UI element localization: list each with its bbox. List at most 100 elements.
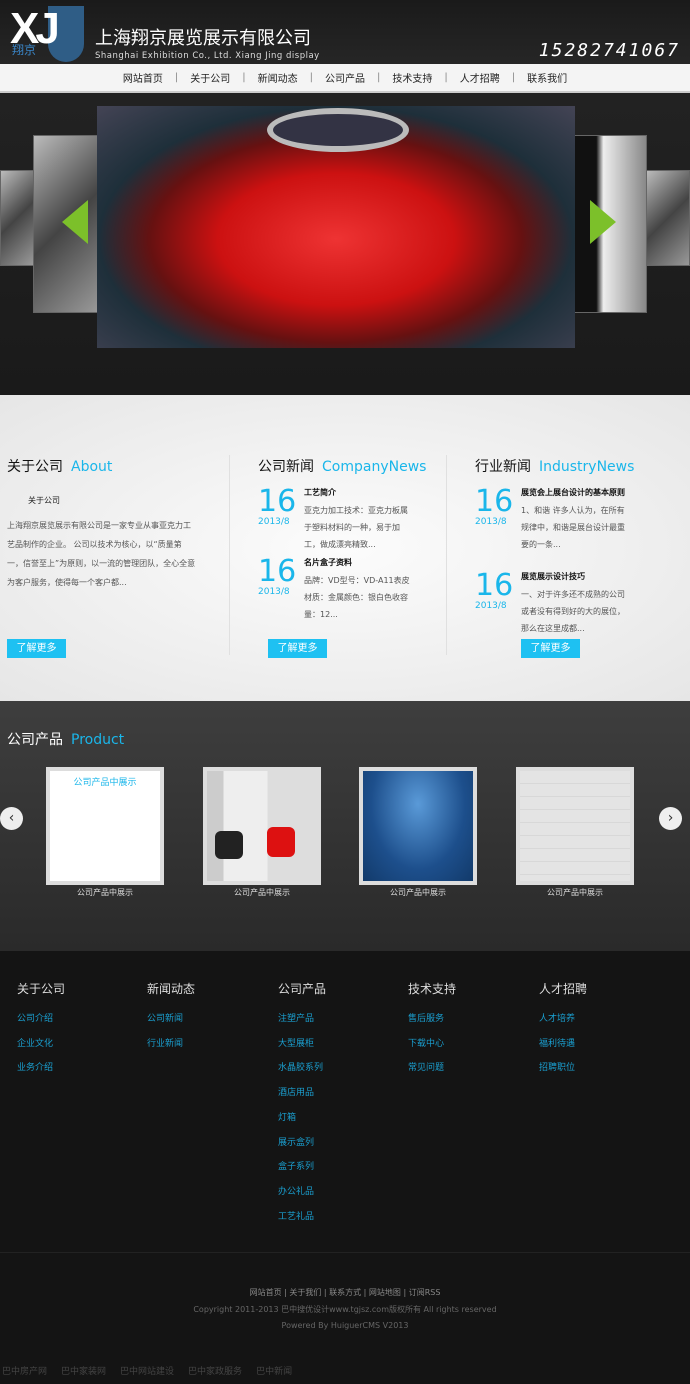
footer-link[interactable]: 人才培养 [539,1007,659,1032]
news-title[interactable]: 展览会上展台设计的基本原则 [521,484,629,502]
footer-link[interactable]: 盒子系列 [278,1155,398,1180]
nav-news[interactable]: 新闻动态 [246,70,310,85]
product-label[interactable]: 公司产品中展示 [359,887,477,898]
slide-image-far-right[interactable] [646,170,690,266]
product-label[interactable]: 公司产品中展示 [203,887,321,898]
footer-link[interactable]: 水晶胶系列 [278,1056,398,1081]
product-card[interactable]: 公司产品中展示 [46,767,164,885]
news-item[interactable]: 16 2013/8 [475,484,514,528]
friend-link[interactable]: 巴中网站建设 [120,1364,174,1377]
nav-about[interactable]: 关于公司 [178,70,242,85]
news-summary: 一、对于许多还不成熟的公司或者没有得到好的大的展位，那么在这里成都... [521,590,625,633]
footer-column-support: 技术支持 售后服务 下载中心 常见问题 [408,980,528,1081]
friend-link[interactable]: 巴中家装网 [61,1364,106,1377]
footer-link[interactable]: 业务介绍 [17,1056,137,1081]
powered-by: Powered By HuiguerCMS V2013 [281,1321,409,1330]
footer-link[interactable]: 招聘职位 [539,1056,659,1081]
news-title[interactable]: 名片盒子资料 [304,554,412,572]
product-prev-button[interactable]: ‹ [0,807,23,830]
slide-image-far-left[interactable] [0,170,34,266]
company-name: 上海翔京展览展示有限公司 [95,28,311,49]
nav-support[interactable]: 技术支持 [380,70,444,85]
about-more-button[interactable]: 了解更多 [7,639,66,658]
news-title[interactable]: 展览展示设计技巧 [521,568,629,586]
footer-link[interactable]: 注塑产品 [278,1007,398,1032]
news-day: 16 [475,484,514,519]
column-divider [229,455,230,655]
product-card[interactable] [203,767,321,885]
footer-heading: 公司产品 [278,982,327,996]
about-subtitle: 关于公司 [28,496,60,505]
news-item[interactable]: 16 2013/8 [258,554,297,598]
friend-link[interactable]: 巴中新闻 [256,1364,292,1377]
footer-link[interactable]: 酒店用品 [278,1081,398,1106]
footer-link[interactable]: 展示盒列 [278,1131,398,1156]
main-nav: 网站首页 | 关于公司 | 新闻动态 | 公司产品 | 技术支持 | 人才招聘 | 联系我们 [0,64,690,93]
product-label[interactable]: 公司产品中展示 [46,887,164,898]
footer-column-about: 关于公司 公司介绍 企业文化 业务介绍 [17,980,137,1081]
friend-link[interactable]: 巴中家政服务 [188,1364,242,1377]
friend-links: 巴中房产网 巴中家装网 巴中网站建设 巴中家政服务 巴中新闻 [2,1364,292,1377]
product-card[interactable] [359,767,477,885]
footer-link[interactable]: 办公礼品 [278,1180,398,1205]
footer-link[interactable]: 大型展柜 [278,1032,398,1057]
industry-news-more-button[interactable]: 了解更多 [521,639,580,658]
product-heading: 公司产品 Product [7,732,125,748]
news-summary: 亚克力加工技术：亚克力板属于塑料材料的一种，易于加工，做成漂亮精致... [304,506,408,549]
footer-link[interactable]: 工艺礼品 [278,1205,398,1230]
company-news-heading-en: CompanyNews [322,459,427,475]
industry-news-heading-en: IndustryNews [539,459,635,475]
footer-link[interactable]: 公司新闻 [147,1007,267,1032]
footer-link[interactable]: 福利待遇 [539,1032,659,1057]
nav-home[interactable]: 网站首页 [111,70,175,85]
copyright: Copyright 2011-2013 巴中搜优设计www.tgjsz.com版… [193,1305,497,1314]
news-item[interactable]: 16 2013/8 [258,484,297,528]
company-name-en: Shanghai Exhibition Co., Ltd. Xiang Jing… [95,51,320,61]
footer-link[interactable]: 下载中心 [408,1032,528,1057]
footer-link[interactable]: 企业文化 [17,1032,137,1057]
about-text: 上海翔京展览展示有限公司是一家专业从事亚克力工艺品制作的企业。 公司以技术为核心… [7,521,196,587]
footer-link[interactable]: 常见问题 [408,1056,528,1081]
header: XJ 翔京 上海翔京展览展示有限公司 Shanghai Exhibition C… [0,0,690,64]
product-image-showcase [520,771,630,881]
column-divider [446,455,447,655]
nav-jobs[interactable]: 人才招聘 [448,70,512,85]
footer-link[interactable]: 灯箱 [278,1106,398,1131]
slider-next-arrow-icon[interactable] [590,200,616,244]
product-card[interactable] [516,767,634,885]
nav-products[interactable]: 公司产品 [313,70,377,85]
news-item[interactable]: 16 2013/8 [475,568,514,612]
product-image-frames [363,771,473,881]
footer-bottom-links[interactable]: 网站首页 | 关于我们 | 联系方式 | 网站地图 | 订阅RSS [0,1287,690,1298]
friend-link[interactable]: 巴中房产网 [2,1364,47,1377]
news-day: 16 [475,568,514,603]
about-heading-en: About [71,459,113,475]
image-slider [0,93,690,395]
news-title[interactable]: 工艺简介 [304,484,412,502]
nav-contact[interactable]: 联系我们 [515,70,579,85]
product-label[interactable]: 公司产品中展示 [516,887,634,898]
product-next-button[interactable]: › [659,807,682,830]
about-heading: 关于公司 About [7,459,113,475]
news-summary: 1、和谐 许多人认为，在所有规律中，和谐是展台设计最重要的一条... [521,506,625,549]
phone-number: 15282741067 [538,40,680,61]
company-news-more-button[interactable]: 了解更多 [268,639,327,658]
company-news-heading: 公司新闻 CompanyNews [258,459,427,475]
slider-prev-arrow-icon[interactable] [62,200,88,244]
footer-link[interactable]: 行业新闻 [147,1032,267,1057]
footer-column-products: 公司产品 注塑产品 大型展柜 水晶胶系列 酒店用品 灯箱 展示盒列 盒子系列 办… [278,980,398,1229]
footer-column-jobs: 人才招聘 人才培养 福利待遇 招聘职位 [539,980,659,1081]
footer-link[interactable]: 公司介绍 [17,1007,137,1032]
info-section: 关于公司 About 关于公司 上海翔京展览展示有限公司是一家专业从事亚克力工艺品… [0,395,690,701]
footer-heading: 技术支持 [408,982,457,996]
slide-image-main[interactable] [97,106,575,348]
industry-news-heading: 行业新闻 IndustryNews [475,459,635,475]
footer-link[interactable]: 售后服务 [408,1007,528,1032]
news-day: 16 [258,484,297,519]
product-image-chairs [207,771,317,881]
news-day: 16 [258,554,297,589]
logo-cn: 翔京 [12,43,37,57]
footer-heading: 新闻动态 [147,982,196,996]
product-image-placeholder: 公司产品中展示 [73,778,137,788]
footer-heading: 人才招聘 [539,982,588,996]
